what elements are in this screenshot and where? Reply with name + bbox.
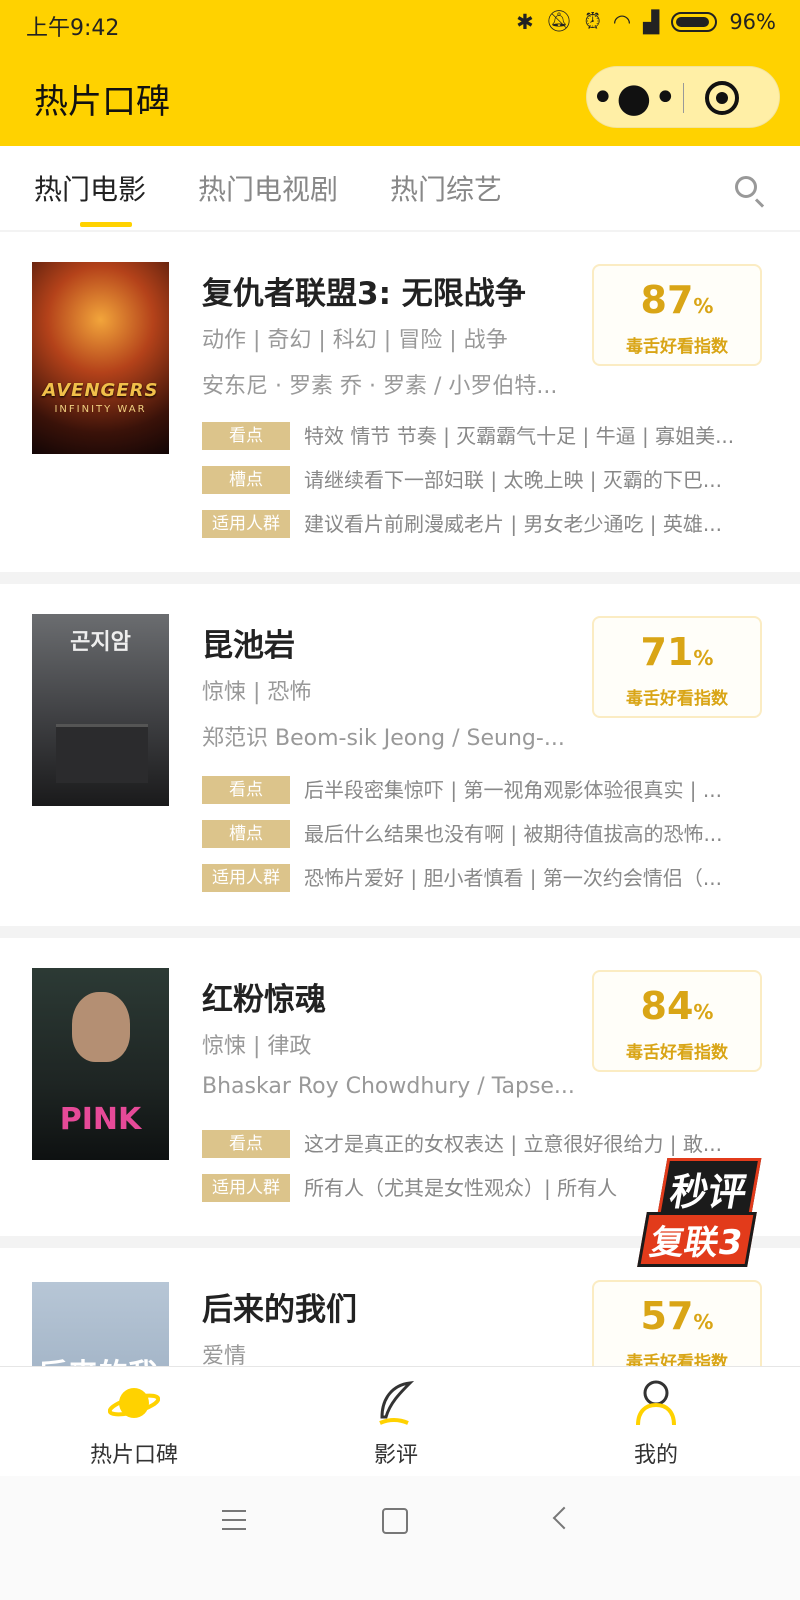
tag-audience: 适用人群 <box>202 510 290 538</box>
highlights-text: 后半段密集惊吓 | 第一视角观影体验很真实 | ... <box>304 778 722 802</box>
highlights-text: 特效 情节 节奏 | 灭霸霸气十足 | 牛逼 | 寡姐美... <box>304 424 735 448</box>
score-label: 毒舌好看指数 <box>626 689 728 709</box>
category-tabs: 热门电影 热门电视剧 热门综艺 <box>0 146 800 230</box>
movie-genres: 惊悚 | 律政 <box>202 1034 312 1059</box>
capsule-divider <box>683 83 684 113</box>
tab-hot-tv[interactable]: 热门电视剧 <box>198 168 338 208</box>
movie-poster[interactable]: 后来的我 <box>32 1282 169 1366</box>
battery-icon <box>671 11 718 32</box>
movie-title: 昆池岩 <box>202 628 295 664</box>
complaints-text: 最后什么结果也没有啊 | 被期待值拔高的恐怖... <box>304 822 723 846</box>
tab-hot-movies[interactable]: 热门电影 <box>34 168 146 208</box>
poster-subtitle: INFINITY WAR <box>54 404 147 415</box>
promo-sticker[interactable]: 秒评 复联3 <box>632 1158 782 1268</box>
page-title: 热片口碑 <box>34 82 170 122</box>
menu-icon[interactable] <box>222 1510 246 1530</box>
audience-text: 恐怖片爱好 | 胆小者慎看 | 第一次约会情侣（... <box>304 866 722 890</box>
tag-highlights: 看点 <box>202 422 290 450</box>
sticker-line-1: 秒评 <box>656 1158 762 1219</box>
movie-genres: 惊悚 | 恐怖 <box>202 680 312 705</box>
movie-cast: Bhaskar Roy Chowdhury / Tapse... <box>202 1074 575 1099</box>
score-label: 毒舌好看指数 <box>626 337 728 357</box>
poster-building <box>56 724 148 783</box>
movie-card[interactable]: 곤지암 昆池岩 惊悚 | 恐怖 郑范识 Beom-sik Jeong / Seu… <box>0 584 800 926</box>
score-value: 71% <box>640 630 714 674</box>
wifi-icon: ◠ <box>612 9 632 34</box>
nav-label: 影评 <box>373 1443 418 1468</box>
poster-logo: 곤지암 <box>70 630 131 655</box>
movie-title: 红粉惊魂 <box>202 982 326 1018</box>
movie-cast: 郑范识 Beom-sik Jeong / Seung-... <box>202 726 565 751</box>
nav-mine[interactable]: 我的 <box>556 1367 756 1477</box>
nav-hot-reviews[interactable]: 热片口碑 <box>34 1367 234 1477</box>
planet-icon <box>108 1388 160 1418</box>
score-value: 57% <box>640 1294 714 1338</box>
movie-poster[interactable]: 곤지암 <box>32 614 169 806</box>
mute-icon: 🔕︎ <box>545 9 573 33</box>
poster-logo: AVENGERS <box>42 380 159 401</box>
signal-icon: ▟ <box>643 9 660 34</box>
score-label: 毒舌好看指数 <box>626 1353 728 1366</box>
bottom-nav: 热片口碑 影评 我的 <box>0 1366 800 1477</box>
alarm-icon: ⏰︎ <box>584 9 601 33</box>
score-value: 87% <box>640 278 714 322</box>
sticker-line-2: 复联3 <box>637 1212 757 1267</box>
movie-poster[interactable]: AVENGERS INFINITY WAR <box>32 262 169 454</box>
nav-reviews[interactable]: 影评 <box>296 1367 496 1477</box>
highlights-text: 这才是真正的女权表达 | 立意很好很给力 | 敢... <box>304 1132 722 1156</box>
audience-text: 所有人（尤其是女性观众）| 所有人 <box>304 1176 618 1200</box>
search-icon[interactable] <box>735 176 757 198</box>
system-nav-bar <box>0 1476 800 1600</box>
movie-poster[interactable]: PINK <box>32 968 169 1160</box>
tab-hot-variety[interactable]: 热门综艺 <box>390 168 502 208</box>
score-box: 57% 毒舌好看指数 <box>592 1280 762 1366</box>
poster-figure <box>72 992 130 1062</box>
poster-logo: 后来的我 <box>38 1350 158 1366</box>
status-time: 上午9:42 <box>26 16 120 41</box>
score-box: 71% 毒舌好看指数 <box>592 616 762 718</box>
movie-title: 后来的我们 <box>202 1292 357 1328</box>
score-box: 87% 毒舌好看指数 <box>592 264 762 366</box>
close-button[interactable] <box>705 81 739 115</box>
movie-genres: 爱情 <box>202 1344 247 1366</box>
movie-genres: 动作 | 奇幻 | 科幻 | 冒险 | 战争 <box>202 328 508 353</box>
nav-label: 热片口碑 <box>89 1443 178 1468</box>
feather-icon <box>379 1381 415 1425</box>
score-label: 毒舌好看指数 <box>626 1043 728 1063</box>
battery-percent: 96% <box>729 9 776 34</box>
status-icons: ✱ 🔕︎ ⏰︎ ◠ ▟ 96% <box>516 9 776 34</box>
tag-highlights: 看点 <box>202 776 290 804</box>
home-icon[interactable] <box>382 1508 408 1534</box>
movie-card[interactable]: AVENGERS INFINITY WAR 复仇者联盟3: 无限战争 动作 | … <box>0 232 800 572</box>
tag-highlights: 看点 <box>202 1130 290 1158</box>
poster-logo: PINK <box>59 1102 142 1137</box>
tag-complaints: 槽点 <box>202 820 290 848</box>
nav-label: 我的 <box>633 1443 678 1468</box>
movie-cast: 安东尼 · 罗素 乔 · 罗素 / 小罗伯特... <box>202 374 558 399</box>
bluetooth-icon: ✱ <box>516 9 534 34</box>
active-tab-indicator <box>80 222 132 227</box>
complaints-text: 请继续看下一部妇联 | 太晚上映 | 灭霸的下巴... <box>304 468 722 492</box>
app-header: 热片口碑 •●• <box>0 48 800 146</box>
tag-complaints: 槽点 <box>202 466 290 494</box>
movie-title: 复仇者联盟3: 无限战争 <box>202 276 526 312</box>
person-icon <box>636 1380 676 1426</box>
score-box: 84% 毒舌好看指数 <box>592 970 762 1072</box>
back-icon[interactable] <box>552 1506 576 1530</box>
mini-program-capsule: •●• <box>586 66 780 128</box>
score-value: 84% <box>640 984 714 1028</box>
more-button[interactable]: •●• <box>587 67 683 129</box>
status-bar: 上午9:42 ✱ 🔕︎ ⏰︎ ◠ ▟ 96% <box>0 0 800 48</box>
tag-audience: 适用人群 <box>202 864 290 892</box>
tag-audience: 适用人群 <box>202 1174 290 1202</box>
audience-text: 建议看片前刷漫威老片 | 男女老少通吃 | 英雄... <box>304 512 722 536</box>
